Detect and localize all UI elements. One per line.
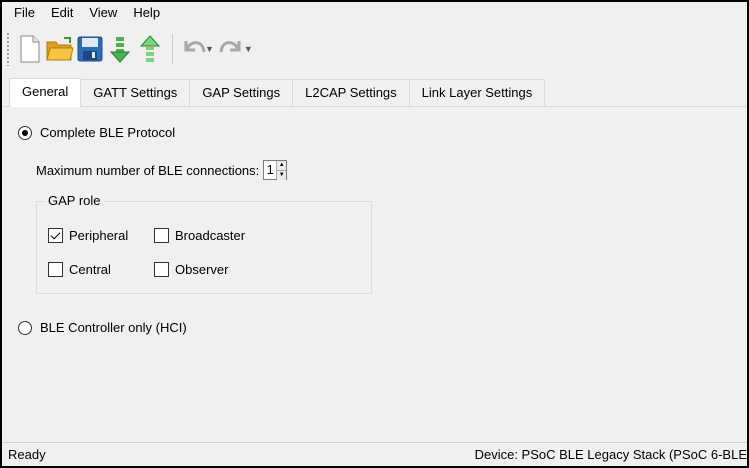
observer-option[interactable]: Observer (154, 262, 228, 277)
peripheral-label: Peripheral (69, 228, 129, 243)
controller-only-label: BLE Controller only (HCI) (40, 320, 187, 335)
observer-label: Observer (175, 262, 229, 277)
tab-link-layer-settings[interactable]: Link Layer Settings (408, 79, 546, 106)
new-file-icon[interactable] (16, 32, 44, 66)
status-ready: Ready (8, 447, 46, 462)
redo-icon[interactable] (218, 32, 246, 66)
menu-view[interactable]: View (81, 2, 125, 24)
complete-ble-option[interactable]: Complete BLE Protocol (18, 125, 175, 140)
tab-l2cap-settings[interactable]: L2CAP Settings (292, 79, 410, 106)
spin-down-icon[interactable]: ▼ (277, 171, 287, 180)
toolbar-grip[interactable] (6, 32, 10, 66)
max-connections-value[interactable]: 1 (264, 161, 276, 179)
broadcaster-checkbox[interactable] (154, 228, 169, 243)
tab-gap-settings[interactable]: GAP Settings (189, 79, 294, 106)
general-panel: Complete BLE Protocol Maximum number of … (2, 107, 747, 444)
peripheral-checkbox[interactable] (48, 228, 63, 243)
max-connections-label: Maximum number of BLE connections: (36, 162, 260, 178)
controller-only-radio[interactable] (18, 320, 32, 335)
open-folder-icon[interactable] (46, 32, 74, 66)
tab-general[interactable]: General (9, 78, 82, 107)
gap-role-title: GAP role (45, 193, 104, 208)
complete-ble-label: Complete BLE Protocol (40, 125, 176, 140)
menu-help[interactable]: Help (125, 2, 168, 24)
observer-checkbox[interactable] (154, 262, 169, 277)
tab-gatt-settings[interactable]: GATT Settings (80, 79, 191, 106)
status-device: Device: PSoC BLE Legacy Stack (PSoC 6-BL… (474, 447, 747, 462)
toolbar: ▼ ▼ (2, 24, 747, 74)
spin-buttons: ▲ ▼ (276, 161, 287, 180)
menu-bar: File Edit View Help (2, 2, 747, 24)
undo-icon[interactable] (179, 32, 207, 66)
central-option[interactable]: Central (48, 262, 111, 277)
menu-edit[interactable]: Edit (43, 2, 81, 24)
complete-ble-radio[interactable] (18, 125, 32, 140)
max-connections-spinbox[interactable]: 1 ▲ ▼ (263, 160, 288, 180)
broadcaster-label: Broadcaster (175, 228, 246, 243)
tab-bar: General GATT Settings GAP Settings L2CAP… (2, 78, 747, 107)
undo-dropdown-icon[interactable]: ▼ (205, 44, 214, 54)
save-icon[interactable] (76, 32, 104, 66)
central-checkbox[interactable] (48, 262, 63, 277)
spin-up-icon[interactable]: ▲ (277, 161, 287, 171)
broadcaster-option[interactable]: Broadcaster (154, 228, 245, 243)
status-bar: Ready Device: PSoC BLE Legacy Stack (PSo… (2, 442, 747, 466)
export-icon[interactable] (136, 32, 164, 66)
redo-dropdown-icon[interactable]: ▼ (244, 44, 253, 54)
app-window: File Edit View Help ▼ ▼ General GATT Set… (0, 0, 749, 468)
gap-role-group: GAP role Peripheral Broadcaster Central … (36, 193, 372, 294)
menu-file[interactable]: File (6, 2, 43, 24)
toolbar-separator (172, 34, 173, 64)
controller-only-option[interactable]: BLE Controller only (HCI) (18, 320, 187, 335)
peripheral-option[interactable]: Peripheral (48, 228, 128, 243)
import-icon[interactable] (106, 32, 134, 66)
max-connections-row: Maximum number of BLE connections: 1 ▲ ▼ (36, 160, 288, 180)
central-label: Central (69, 262, 111, 277)
